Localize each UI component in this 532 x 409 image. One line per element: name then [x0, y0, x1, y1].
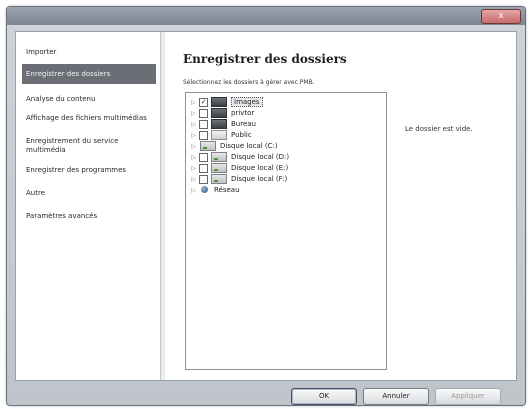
expand-arrow-icon[interactable]: ▷	[190, 99, 197, 106]
sidebar-item-importer[interactable]: Importer	[22, 46, 156, 59]
sidebar-item-autre[interactable]: Autre	[22, 187, 156, 200]
tree-item-label: Bureau	[231, 120, 256, 128]
tree-item-label: privtor	[231, 109, 255, 117]
sidebar-item-label: Enregistrer des programmes	[26, 166, 127, 174]
sidebar-item-label: Analyse du contenu	[26, 95, 96, 103]
expand-arrow-icon[interactable]: ▷	[190, 143, 197, 150]
expand-arrow-icon[interactable]: ▷	[190, 132, 197, 139]
tree-item-label: Disque local (C:)	[220, 142, 278, 150]
folder-light-icon	[211, 130, 227, 140]
tree-item-disque-f[interactable]: ▷ Disque local (F:)	[190, 174, 380, 184]
drive-icon	[211, 152, 227, 162]
drive-icon	[211, 163, 227, 173]
sidebar-item-label: Paramètres avancés	[26, 212, 98, 220]
sidebar-item-label: Enregistrement du service multimédia	[26, 137, 119, 154]
sidebar-item-enregistrement-service[interactable]: Enregistrement du service multimédia	[22, 135, 156, 157]
title-bar[interactable]: x	[7, 7, 525, 25]
tree-item-privtor[interactable]: ▷ privtor	[190, 108, 380, 118]
checkbox-icon[interactable]	[199, 163, 208, 173]
close-icon: x	[498, 11, 504, 21]
sidebar-item-analyse-contenu[interactable]: Analyse du contenu	[22, 93, 156, 106]
checkbox-icon[interactable]	[199, 108, 208, 118]
tree-item-public[interactable]: ▷ Public	[190, 130, 380, 140]
expand-arrow-icon[interactable]: ▷	[190, 187, 197, 194]
folder-tree[interactable]: ▷ ✓ Images ▷ privtor ▷ Bureau ▷ Public ▷…	[185, 92, 387, 370]
expand-arrow-icon[interactable]: ▷	[190, 110, 197, 117]
sidebar-item-label: Autre	[26, 189, 46, 197]
dialog-frame: Importer Enregistrer des dossiers Analys…	[15, 31, 517, 381]
checkbox-icon[interactable]	[199, 174, 208, 184]
tree-item-label: Réseau	[214, 186, 240, 194]
expand-arrow-icon[interactable]: ▷	[190, 176, 197, 183]
checkbox-checked-icon[interactable]: ✓	[199, 97, 208, 107]
tree-item-images[interactable]: ▷ ✓ Images	[190, 97, 380, 107]
ok-button[interactable]: OK	[291, 388, 357, 405]
tree-item-disque-c[interactable]: ▷ Disque local (C:)	[190, 141, 380, 151]
tree-item-label: Images	[231, 97, 263, 107]
sidebar-item-label: Importer	[26, 48, 57, 56]
tree-item-disque-d[interactable]: ▷ Disque local (D:)	[190, 152, 380, 162]
drive-icon	[200, 141, 216, 151]
folder-dark-icon	[211, 119, 227, 129]
checkbox-icon[interactable]	[199, 152, 208, 162]
sidebar-item-affichage-fichiers[interactable]: Affichage des fichiers multimédias	[22, 112, 156, 125]
folder-dark-icon	[211, 97, 227, 107]
sidebar: Importer Enregistrer des dossiers Analys…	[16, 32, 161, 380]
sidebar-item-label: Affichage des fichiers multimédias	[26, 114, 147, 122]
page-title: Enregistrer des dossiers	[183, 52, 347, 66]
cancel-button[interactable]: Annuler	[363, 388, 429, 405]
folder-dark-icon	[211, 108, 227, 118]
checkbox-icon[interactable]	[199, 130, 208, 140]
drive-icon	[211, 174, 227, 184]
tree-item-disque-e[interactable]: ▷ Disque local (E:)	[190, 163, 380, 173]
sidebar-item-parametres-avances[interactable]: Paramètres avancés	[22, 210, 156, 223]
sidebar-item-enregistrer-dossiers[interactable]: Enregistrer des dossiers	[22, 64, 156, 84]
expand-arrow-icon[interactable]: ▷	[190, 165, 197, 172]
tree-item-bureau[interactable]: ▷ Bureau	[190, 119, 380, 129]
sidebar-item-enregistrer-programmes[interactable]: Enregistrer des programmes	[22, 164, 156, 177]
tree-item-reseau[interactable]: ▷ Réseau	[190, 185, 380, 195]
expand-arrow-icon[interactable]: ▷	[190, 154, 197, 161]
tree-item-label: Disque local (F:)	[231, 175, 288, 183]
expand-arrow-icon[interactable]: ▷	[190, 121, 197, 128]
network-icon	[200, 186, 210, 194]
sidebar-item-label: Enregistrer des dossiers	[26, 70, 111, 78]
apply-button[interactable]: Appliquer	[435, 388, 501, 405]
tree-item-label: Disque local (D:)	[231, 153, 290, 161]
close-button[interactable]: x	[481, 9, 521, 24]
tree-item-label: Public	[231, 131, 252, 139]
instruction-text: Sélectionnez les dossiers à gérer avec P…	[183, 79, 315, 86]
tree-item-label: Disque local (E:)	[231, 164, 289, 172]
settings-window: x Importer Enregistrer des dossiers Anal…	[6, 6, 526, 406]
content-panel: Enregistrer des dossiers Sélectionnez le…	[165, 32, 516, 380]
checkbox-icon[interactable]	[199, 119, 208, 129]
empty-folder-message: Le dossier est vide.	[405, 125, 473, 133]
